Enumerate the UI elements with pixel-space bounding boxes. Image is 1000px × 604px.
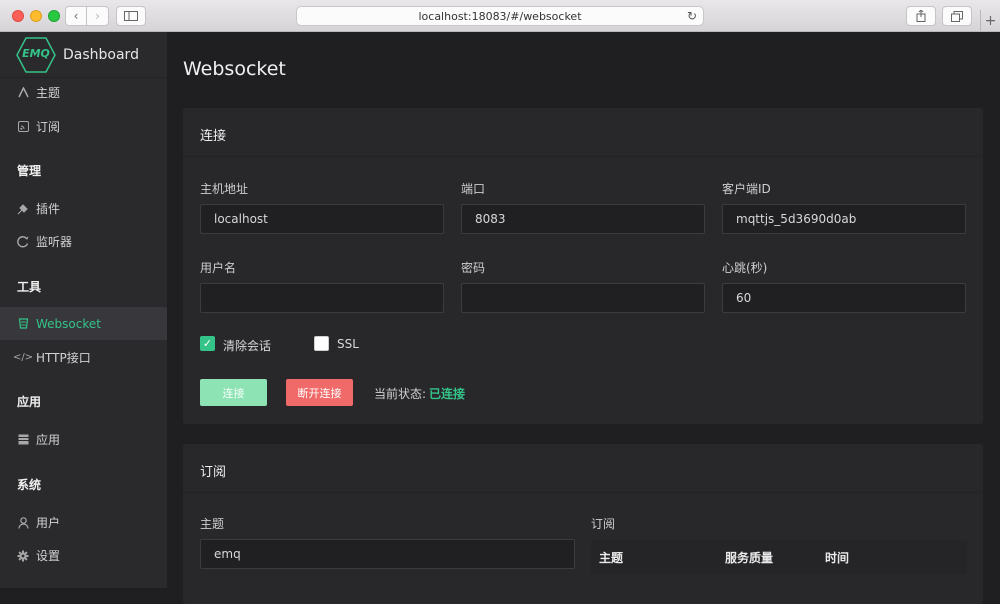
password-input[interactable] [461,283,705,313]
check-icon: ✓ [202,337,213,350]
sidebar-group-tools: 工具 [17,280,42,294]
connect-button[interactable]: 连接 [200,379,267,406]
host-label: 主机地址 [200,182,249,196]
ssl-label: SSL [337,337,359,351]
sidebar-item-settings[interactable]: 设置 [0,539,167,572]
sidebar-item-subscriptions[interactable]: 订阅 [0,110,167,143]
disconnect-button[interactable]: 断开连接 [286,379,353,406]
column-header-topic[interactable]: 主题 [599,549,623,566]
gear-icon [17,550,29,562]
divider [183,156,983,157]
zoom-window-button[interactable] [48,10,60,22]
sidebar-item-label: Websocket [36,316,101,331]
address-bar[interactable]: localhost:18083/#/websocket ↻ [296,6,704,26]
username-label: 用户名 [200,261,237,275]
forward-button[interactable]: › [87,6,109,26]
brand[interactable]: EMQ Dashboard [0,32,167,78]
sidebar-item-users[interactable]: 用户 [0,506,167,539]
client-id-input[interactable]: mqttjs_5d3690d0ab [722,204,966,234]
app-icon [17,434,29,446]
brand-title: Dashboard [63,46,139,63]
sidebar-group-apps: 应用 [17,395,42,409]
sidebar-item-label: 设置 [36,549,61,563]
sidebar-item-http-api[interactable]: </> HTTP接口 [0,341,167,374]
share-button[interactable] [906,6,936,26]
sidebar-item-applications[interactable]: 应用 [0,423,167,456]
clean-session-checkbox[interactable]: ✓ [200,336,215,351]
minimize-window-button[interactable] [30,10,42,22]
share-icon [916,10,926,22]
sidebar-icon [124,11,138,21]
subscriptions-list-label: 订阅 [591,517,616,531]
subscribe-card: 订阅 主题 emq 订阅 主题 服务质量 时间 [183,444,983,604]
sidebar-item-listeners[interactable]: 监听器 [0,225,167,258]
main-content: Websocket 连接 主机地址 localhost 端口 8083 客户端I… [167,32,1000,604]
status-label: 当前状态: [374,387,427,401]
topic-input[interactable]: emq [200,539,575,569]
code-icon: </> [12,352,34,363]
clean-session-label: 清除会话 [223,339,272,353]
divider [183,492,983,493]
client-id-label: 客户端ID [722,182,771,196]
new-tab-button[interactable]: + [980,10,1000,32]
tab-overview-button[interactable] [942,6,972,26]
sidebar-item-label: 应用 [36,433,61,447]
status-badge: 已连接 [429,387,466,401]
username-input[interactable] [200,283,444,313]
subscribe-icon [17,121,29,133]
sidebar-item-label: HTTP接口 [36,351,91,365]
user-icon [17,516,29,529]
sidebar-group-system: 系统 [17,478,42,492]
sidebar-item-label: 主题 [36,86,61,100]
port-input[interactable]: 8083 [461,204,705,234]
listener-icon [17,235,29,248]
sidebar: EMQ Dashboard 主题 订阅 管理 插件 监听器 工具 Websock… [0,32,167,588]
page-title: Websocket [183,58,286,80]
plugin-icon [17,203,29,215]
topic-icon [17,87,29,99]
sidebar-item-topics[interactable]: 主题 [0,76,167,109]
ssl-checkbox[interactable] [314,336,329,351]
host-input[interactable]: localhost [200,204,444,234]
browser-toolbar: ‹ › localhost:18083/#/websocket ↻ + [0,0,1000,32]
chevron-right-icon: › [95,9,100,23]
connect-card: 连接 主机地址 localhost 端口 8083 客户端ID mqttjs_5… [183,108,983,424]
subscribe-card-title: 订阅 [200,465,227,480]
keepalive-input[interactable]: 60 [722,283,966,313]
sidebar-toggle-button[interactable] [116,6,146,26]
emq-logo: EMQ [16,36,56,74]
sidebar-item-label: 监听器 [36,235,73,249]
sidebar-item-label: 插件 [36,202,61,216]
back-button[interactable]: ‹ [65,6,87,26]
sidebar-item-label: 用户 [36,516,61,530]
subscriptions-table-header [591,540,967,574]
websocket-icon [17,318,29,330]
keepalive-label: 心跳(秒) [722,261,768,275]
column-header-qos[interactable]: 服务质量 [725,549,773,566]
sidebar-item-label: 订阅 [36,120,61,134]
password-label: 密码 [461,261,486,275]
url-text: localhost:18083/#/websocket [418,9,582,23]
connect-card-title: 连接 [200,129,227,144]
reload-icon[interactable]: ↻ [687,9,697,23]
chevron-left-icon: ‹ [73,9,79,23]
port-label: 端口 [461,182,486,196]
close-window-button[interactable] [12,10,24,22]
sidebar-item-plugins[interactable]: 插件 [0,192,167,225]
tabs-icon [951,10,963,22]
sidebar-item-websocket[interactable]: Websocket [0,307,167,340]
column-header-time[interactable]: 时间 [825,549,849,566]
sidebar-group-manage: 管理 [17,164,42,178]
topic-label: 主题 [200,517,225,531]
logo-text: EMQ [22,46,50,60]
